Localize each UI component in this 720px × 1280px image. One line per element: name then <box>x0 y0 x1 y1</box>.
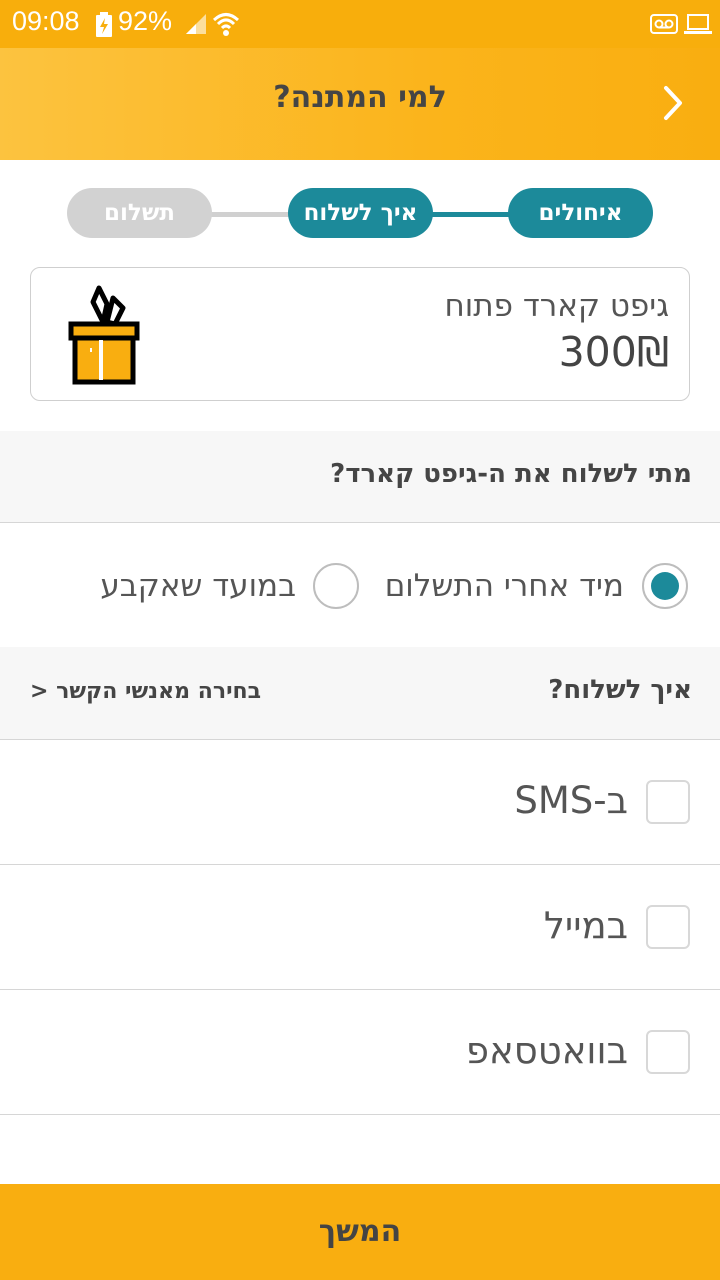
continue-button[interactable]: המשך <box>0 1184 720 1280</box>
app-header: למי המתנה? <box>0 48 720 160</box>
page-title: למי המתנה? <box>273 80 447 115</box>
radio-label-send-immediately[interactable]: מיד אחרי התשלום <box>385 563 624 609</box>
choose-from-contacts-link[interactable]: בחירה מאנשי הקשר < <box>30 679 261 704</box>
list-item-sms[interactable]: ב-SMS <box>0 740 720 865</box>
list-item-email[interactable]: במייל <box>0 865 720 990</box>
radio-label-send-scheduled[interactable]: במועד שאקבע <box>100 563 296 609</box>
gift-card-summary: גיפט קארד פתוח 300₪ <box>30 267 690 401</box>
checkbox-label-whatsapp[interactable]: בוואטסאפ <box>466 1026 628 1076</box>
gift-box-icon <box>68 285 140 385</box>
laptop-icon <box>684 14 712 34</box>
when-section-header: מתי לשלוח את ה-גיפט קארד? <box>0 431 720 523</box>
gift-card-amount: 300₪ <box>558 328 669 376</box>
list-item-whatsapp[interactable]: בוואטסאפ <box>0 990 720 1115</box>
chevron-right-icon[interactable] <box>650 80 696 126</box>
step-how-to-send[interactable]: איך לשלוח <box>288 188 433 238</box>
stepper-connector-pending <box>210 212 290 217</box>
battery-charging-icon <box>96 12 112 37</box>
signal-icon <box>186 14 206 34</box>
wifi-icon <box>212 13 240 36</box>
stepper-connector-done <box>430 212 510 217</box>
progress-stepper: איחולים איך לשלוח תשלום <box>0 160 720 270</box>
radio-send-scheduled[interactable] <box>313 563 359 609</box>
checkbox-whatsapp[interactable] <box>646 1030 690 1074</box>
radio-send-immediately[interactable] <box>642 563 688 609</box>
checkbox-email[interactable] <box>646 905 690 949</box>
battery-percentage: 92% <box>118 6 173 36</box>
status-bar: 09:08 92% <box>0 0 720 48</box>
checkbox-label-sms[interactable]: ב-SMS <box>514 776 628 826</box>
voicemail-icon <box>650 14 678 34</box>
step-wishes[interactable]: איחולים <box>508 188 653 238</box>
status-time: 09:08 <box>12 6 80 36</box>
how-section-title: איך לשלוח? <box>548 675 692 705</box>
checkbox-sms[interactable] <box>646 780 690 824</box>
gift-card-name: גיפט קארד פתוח <box>444 288 669 324</box>
send-time-options: מיד אחרי התשלום במועד שאקבע <box>0 523 720 647</box>
when-section-title: מתי לשלוח את ה-גיפט קארד? <box>330 459 692 489</box>
how-section-header: איך לשלוח? בחירה מאנשי הקשר < <box>0 647 720 740</box>
checkbox-label-email[interactable]: במייל <box>544 901 628 951</box>
step-payment: תשלום <box>67 188 212 238</box>
